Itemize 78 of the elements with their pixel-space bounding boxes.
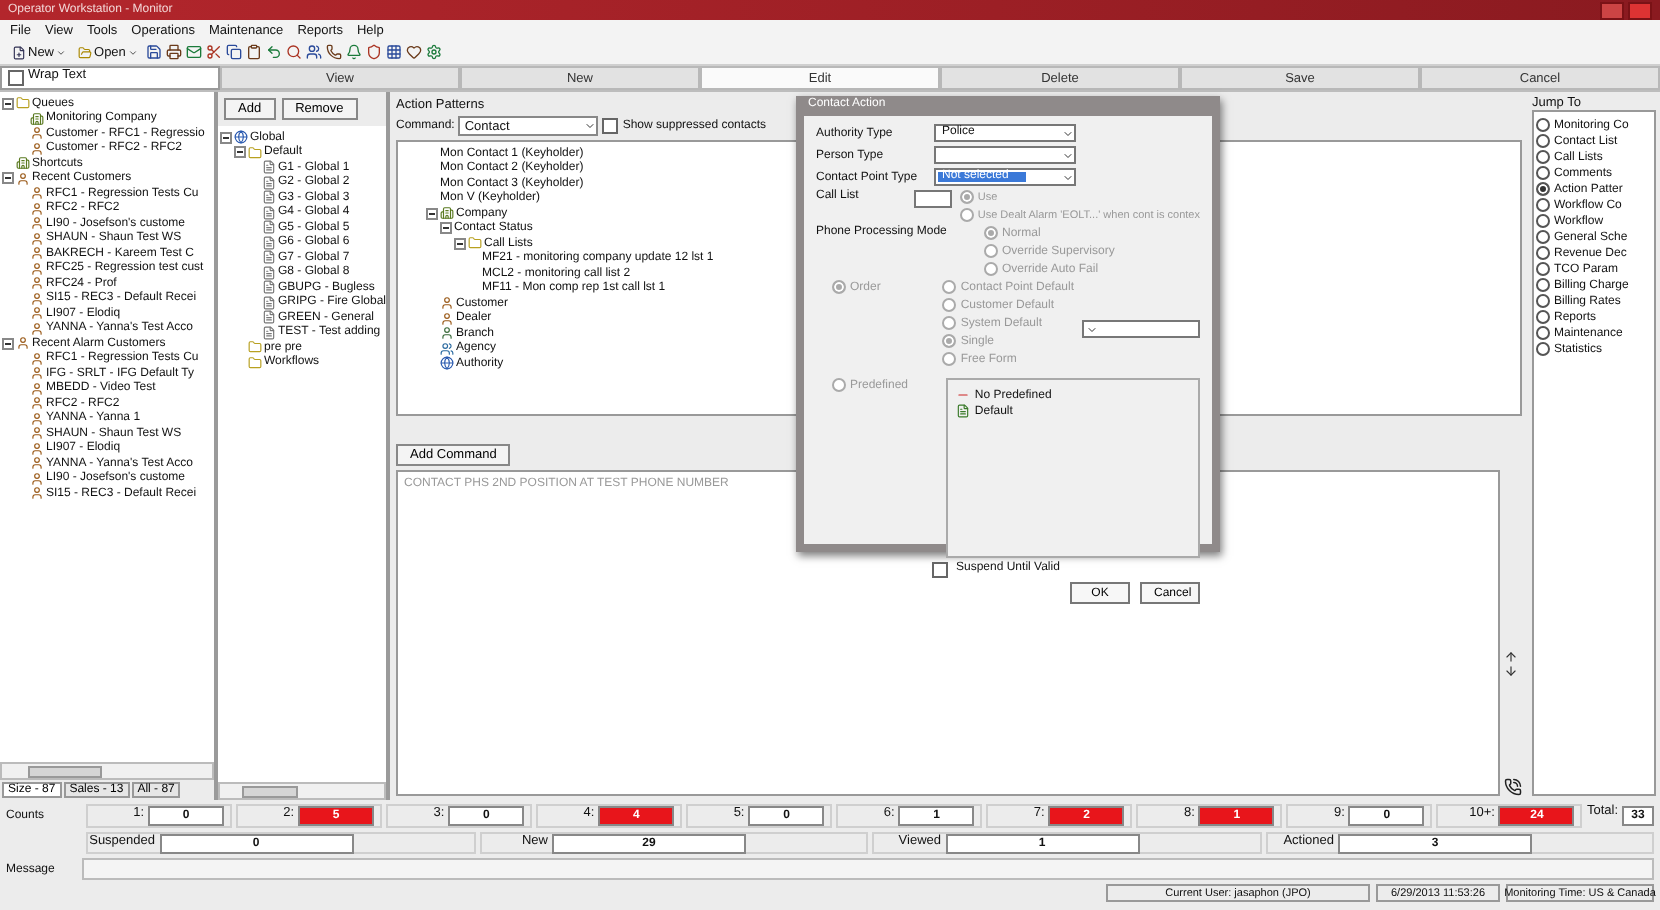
copy-icon	[225, 44, 242, 60]
bell-icon	[345, 44, 362, 60]
heart-icon	[405, 44, 422, 60]
radio-button[interactable]	[1536, 134, 1550, 148]
radio-button[interactable]	[1536, 214, 1550, 228]
scissors-icon	[205, 44, 222, 60]
radio-button[interactable]	[1536, 246, 1550, 260]
phone-icon	[1504, 778, 1522, 796]
mail-icon	[185, 44, 202, 60]
radio-button[interactable]	[1536, 294, 1550, 308]
dropdown[interactable]	[934, 146, 1076, 164]
collapse-icon[interactable]	[2, 172, 14, 185]
radio-button[interactable]	[1536, 166, 1550, 180]
radio-button[interactable]	[942, 298, 957, 312]
radio-button[interactable]	[1536, 310, 1550, 324]
scrollbar[interactable]	[218, 782, 386, 800]
radio-button[interactable]	[942, 334, 957, 348]
caret-icon	[127, 47, 138, 57]
search-icon	[285, 44, 302, 60]
folder-icon	[78, 45, 93, 59]
radio-button[interactable]	[832, 378, 846, 392]
scrollbar[interactable]	[0, 762, 214, 780]
building-icon	[16, 156, 30, 171]
radio-button[interactable]	[1536, 118, 1550, 132]
radio-button[interactable]	[1536, 262, 1550, 276]
collapse-icon[interactable]	[454, 237, 466, 250]
shield-icon	[365, 44, 382, 60]
caret-icon	[1086, 323, 1099, 335]
collapse-icon[interactable]	[2, 337, 14, 350]
radio-button[interactable]	[984, 244, 998, 258]
message-field[interactable]	[82, 858, 1654, 880]
radio-button[interactable]	[984, 226, 998, 240]
input-field[interactable]	[914, 190, 952, 208]
radio-button[interactable]	[1536, 182, 1550, 196]
radio-button[interactable]	[1536, 150, 1550, 164]
caret-icon	[584, 120, 597, 132]
folder-icon	[16, 96, 30, 111]
arrow-up-icon	[1504, 650, 1518, 664]
caret-icon	[56, 47, 67, 57]
globe-icon	[234, 130, 248, 145]
collapse-icon[interactable]	[220, 131, 232, 144]
radio-button[interactable]	[1536, 230, 1550, 244]
folder-icon	[468, 236, 482, 251]
dropdown[interactable]	[1082, 320, 1200, 338]
collapse-icon[interactable]	[2, 97, 14, 110]
radio-button[interactable]	[942, 280, 957, 294]
people-icon	[305, 44, 322, 60]
globe-icon	[440, 356, 454, 371]
collapse-icon[interactable]	[426, 207, 438, 220]
checkbox[interactable]	[602, 118, 619, 134]
collapse-icon[interactable]	[234, 146, 246, 159]
folder-icon	[248, 145, 262, 160]
radio-button[interactable]	[1536, 326, 1550, 340]
save-icon	[145, 44, 162, 60]
arrow-down-icon	[1504, 664, 1518, 678]
collapse-icon[interactable]	[440, 222, 452, 235]
building-icon	[30, 111, 44, 126]
radio-button[interactable]	[1536, 342, 1550, 356]
clipboard-icon	[245, 44, 262, 60]
radio-button[interactable]	[1536, 278, 1550, 292]
checkbox[interactable]	[8, 70, 24, 86]
list-icon	[956, 404, 971, 418]
radio-button[interactable]	[959, 190, 974, 204]
phone-icon	[325, 44, 342, 60]
radio-button[interactable]	[959, 208, 974, 222]
radio-button[interactable]	[1536, 198, 1550, 212]
no-entry-icon	[956, 388, 971, 402]
settings-icon	[425, 44, 442, 60]
building-icon	[440, 206, 454, 221]
radio-button[interactable]	[942, 316, 957, 330]
printer-icon	[165, 44, 182, 60]
radio-button[interactable]	[942, 352, 957, 366]
checkbox[interactable]	[932, 562, 948, 578]
radio-button[interactable]	[984, 262, 998, 276]
new-file-icon	[12, 45, 26, 59]
undo-icon	[265, 44, 282, 60]
radio-button[interactable]	[832, 280, 846, 294]
grid-icon	[385, 44, 402, 60]
